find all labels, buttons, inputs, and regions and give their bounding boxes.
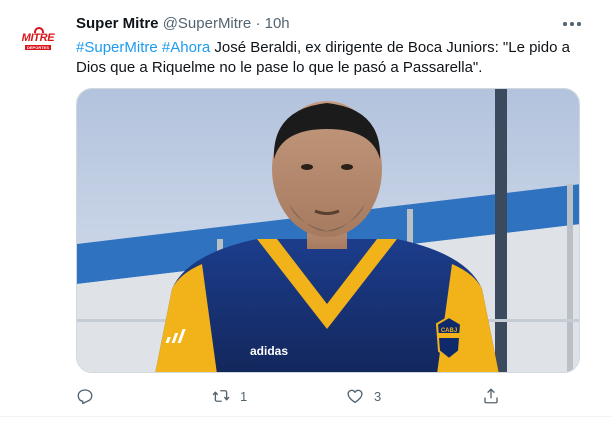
reply-icon (77, 389, 93, 405)
mitre-logo-subtext: DEPORTES (24, 44, 51, 50)
tweet-header: Super Mitre @SuperMitre · 10h (76, 14, 290, 34)
share-icon (484, 388, 498, 404)
retweet-count: 1 (240, 388, 248, 404)
retweet-button[interactable]: 1 (212, 386, 247, 406)
heart-icon (347, 389, 363, 404)
hashtag-ahora[interactable]: #Ahora (162, 39, 210, 56)
photo-crest-text: CABJ (441, 328, 457, 334)
more-dot (563, 22, 567, 26)
avatar[interactable]: MITRE DEPORTES (14, 14, 62, 62)
mitre-logo-arc (21, 26, 55, 33)
reply-button[interactable] (76, 386, 104, 406)
more-dot (577, 22, 581, 26)
separator-dot: · (255, 15, 261, 32)
mitre-logo-text: MITRE (21, 31, 55, 44)
more-icon[interactable] (563, 22, 581, 26)
tweet-actions: 1 3 (76, 386, 506, 406)
timestamp[interactable]: 10h (265, 15, 290, 32)
photo-kit-brand-text: adidas (250, 344, 288, 358)
photo-illustration: CABJ adidas (77, 89, 579, 372)
retweet-icon (212, 390, 230, 402)
tweet-text: #SuperMitre #Ahora José Beraldi, ex diri… (76, 38, 581, 78)
display-name[interactable]: Super Mitre (76, 15, 159, 32)
share-button[interactable] (482, 386, 500, 406)
divider (0, 416, 611, 417)
like-count: 3 (374, 388, 382, 404)
hashtag-supermitre[interactable]: #SuperMitre (76, 39, 158, 56)
like-button[interactable]: 3 (346, 386, 381, 406)
more-dot (570, 22, 574, 26)
tweet-card[interactable]: MITRE DEPORTES Super Mitre @SuperMitre ·… (0, 0, 611, 429)
tweet-photo[interactable]: CABJ adidas (76, 88, 580, 373)
user-handle[interactable]: @SuperMitre (163, 15, 252, 32)
